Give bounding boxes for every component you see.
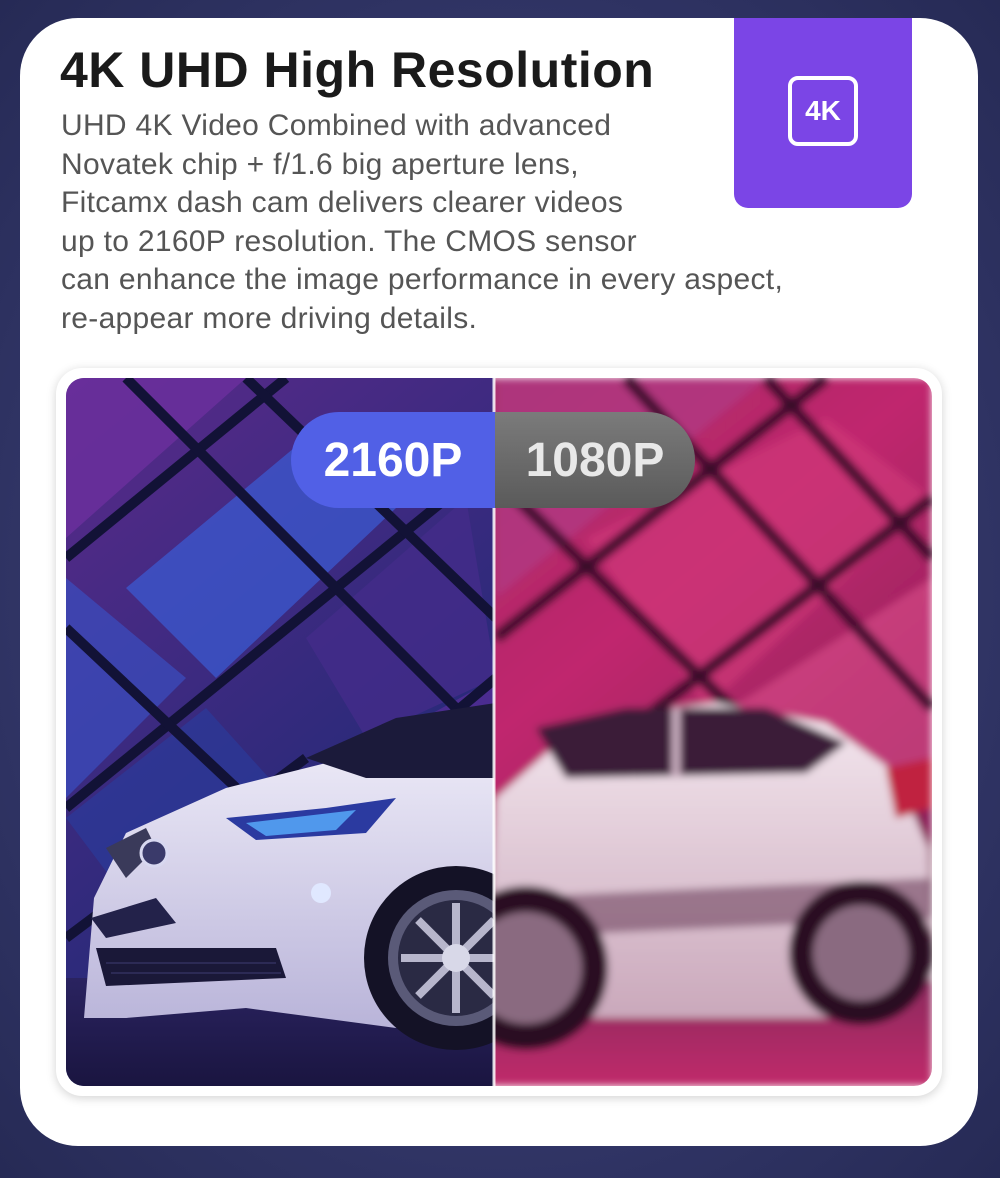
page-title: 4K UHD High Resolution — [60, 42, 655, 98]
description-line: up to 2160P resolution. The CMOS sensor — [61, 224, 637, 258]
4k-badge-icon: 4K — [788, 76, 858, 146]
4k-badge-panel: 4K — [734, 18, 912, 208]
description-line: can enhance the image performance in eve… — [61, 263, 784, 296]
2160p-label: 2160P — [291, 412, 495, 508]
1080p-label: 1080P — [495, 412, 695, 508]
description-line: re-appear more driving details. — [61, 301, 478, 335]
